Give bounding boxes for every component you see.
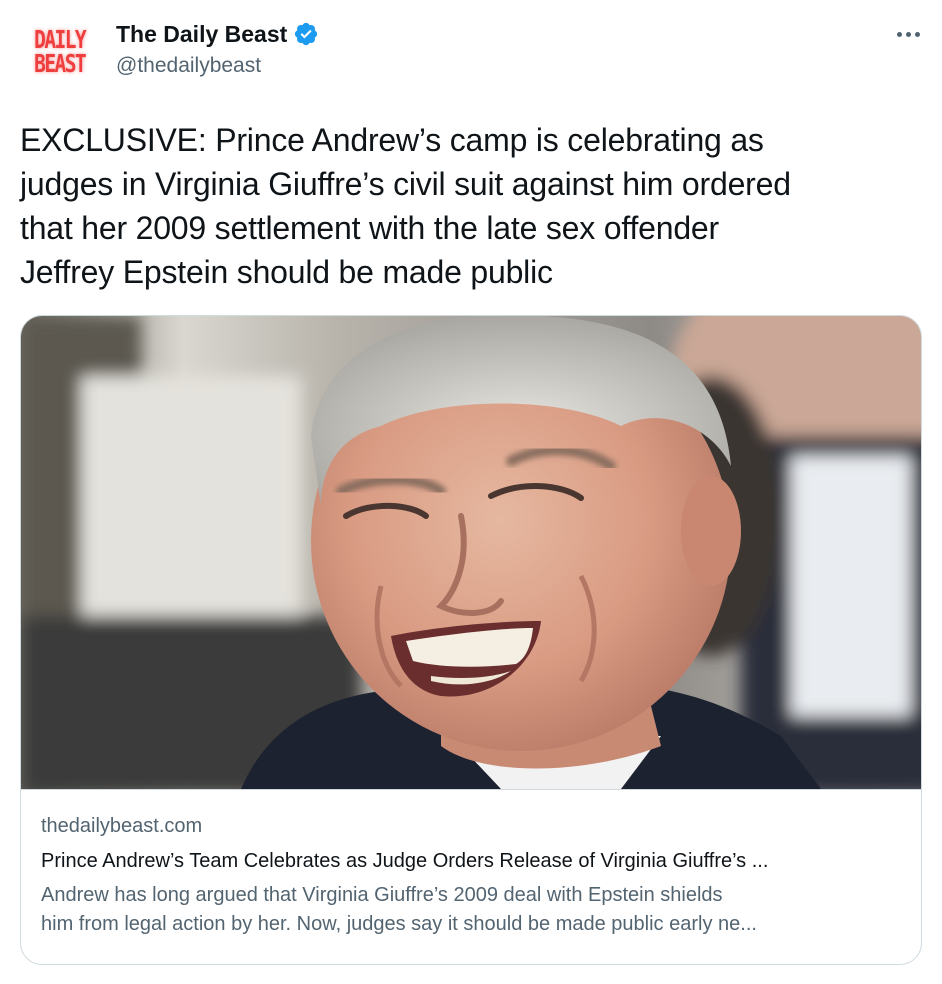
- verified-badge-icon: [293, 21, 319, 47]
- more-dot: [896, 31, 902, 37]
- card-description: Andrew has long argued that Virginia Giu…: [41, 881, 903, 939]
- avatar[interactable]: DAILY BEAST: [22, 14, 98, 90]
- tweet-text: EXCLUSIVE: Prince Andrew’s camp is celeb…: [20, 122, 791, 290]
- card-title[interactable]: Prince Andrew’s Team Celebrates as Judge…: [41, 847, 903, 875]
- tweet[interactable]: DAILY BEAST The Daily Beast @thedailybea…: [0, 0, 942, 984]
- link-preview-card[interactable]: thedailybeast.com Prince Andrew’s Team C…: [20, 315, 922, 965]
- author-display-name[interactable]: The Daily Beast: [116, 19, 287, 49]
- author-name-row: The Daily Beast: [116, 18, 319, 50]
- card-image[interactable]: [21, 316, 921, 790]
- card-description-line: him from legal action by her. Now, judge…: [41, 913, 757, 935]
- more-options-icon[interactable]: [890, 22, 926, 46]
- more-dot: [914, 31, 920, 37]
- card-description-line: Andrew has long argued that Virginia Giu…: [41, 884, 723, 906]
- avatar-logo-line-2: BEAST: [34, 49, 87, 78]
- card-domain: thedailybeast.com: [41, 815, 203, 837]
- author-handle[interactable]: @thedailybeast: [116, 52, 261, 80]
- more-dot: [905, 31, 911, 37]
